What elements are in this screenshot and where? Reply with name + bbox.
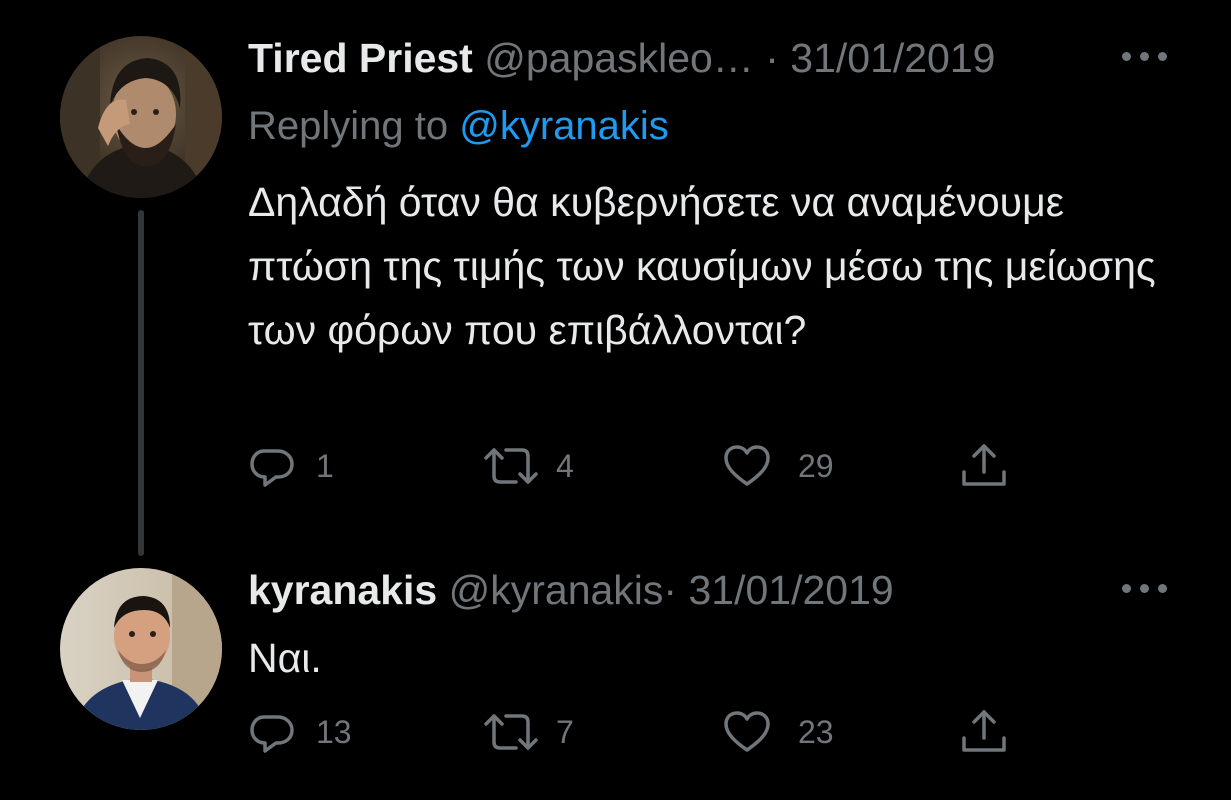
retweet-count: 7 bbox=[556, 713, 574, 750]
replying-to-label: Replying to bbox=[248, 104, 449, 148]
more-dots-icon[interactable] bbox=[1122, 50, 1168, 64]
tweet-date[interactable]: 31/01/2019 bbox=[688, 567, 893, 613]
display-name[interactable]: Tired Priest bbox=[248, 35, 473, 81]
share-upload-icon bbox=[960, 708, 1008, 756]
avatar-kyranakis[interactable] bbox=[60, 568, 222, 730]
tweet-header: Tired Priest @papaskleo… · 31/01/2019 bbox=[248, 34, 995, 82]
display-name[interactable]: kyranakis bbox=[248, 567, 437, 613]
share-button[interactable] bbox=[960, 708, 1008, 756]
reply-count: 13 bbox=[316, 713, 352, 750]
heart-icon bbox=[722, 708, 772, 756]
avatar-tired-priest[interactable] bbox=[60, 36, 222, 198]
like-button[interactable]: 29 bbox=[722, 442, 834, 490]
tweet-text: Ναι. bbox=[248, 635, 322, 681]
like-count: 29 bbox=[798, 447, 834, 484]
retweet-button[interactable]: 7 bbox=[482, 708, 574, 756]
more-dots-icon[interactable] bbox=[1122, 582, 1168, 596]
tweet-header: kyranakis @kyranakis· 31/01/2019 bbox=[248, 566, 894, 614]
user-handle[interactable]: @papaskleo… bbox=[484, 35, 754, 81]
tweet-text: Δηλαδή όταν θα κυβερνήσετε να αναμένουμε… bbox=[248, 179, 1156, 353]
like-count: 23 bbox=[798, 713, 834, 750]
share-upload-icon bbox=[960, 442, 1008, 490]
separator-dot: · bbox=[663, 567, 678, 613]
thread-connector-line bbox=[138, 210, 144, 556]
reply-bubble-icon bbox=[248, 708, 296, 756]
retweet-button[interactable]: 4 bbox=[482, 442, 574, 490]
like-button[interactable]: 23 bbox=[722, 708, 834, 756]
replying-to-line: Replying to @kyranakis bbox=[248, 102, 669, 150]
share-button[interactable] bbox=[960, 442, 1008, 490]
retweet-icon bbox=[482, 708, 540, 756]
reply-button[interactable]: 1 bbox=[248, 442, 334, 490]
user-handle[interactable]: @kyranakis bbox=[449, 567, 664, 613]
tweet-date[interactable]: 31/01/2019 bbox=[790, 35, 995, 81]
reply-count: 1 bbox=[316, 447, 334, 484]
replying-to-mention[interactable]: @kyranakis bbox=[459, 104, 669, 148]
retweet-icon bbox=[482, 442, 540, 490]
separator-dot: · bbox=[765, 35, 779, 81]
retweet-count: 4 bbox=[556, 447, 574, 484]
heart-icon bbox=[722, 442, 772, 490]
reply-bubble-icon bbox=[248, 442, 296, 490]
reply-button[interactable]: 13 bbox=[248, 708, 352, 756]
